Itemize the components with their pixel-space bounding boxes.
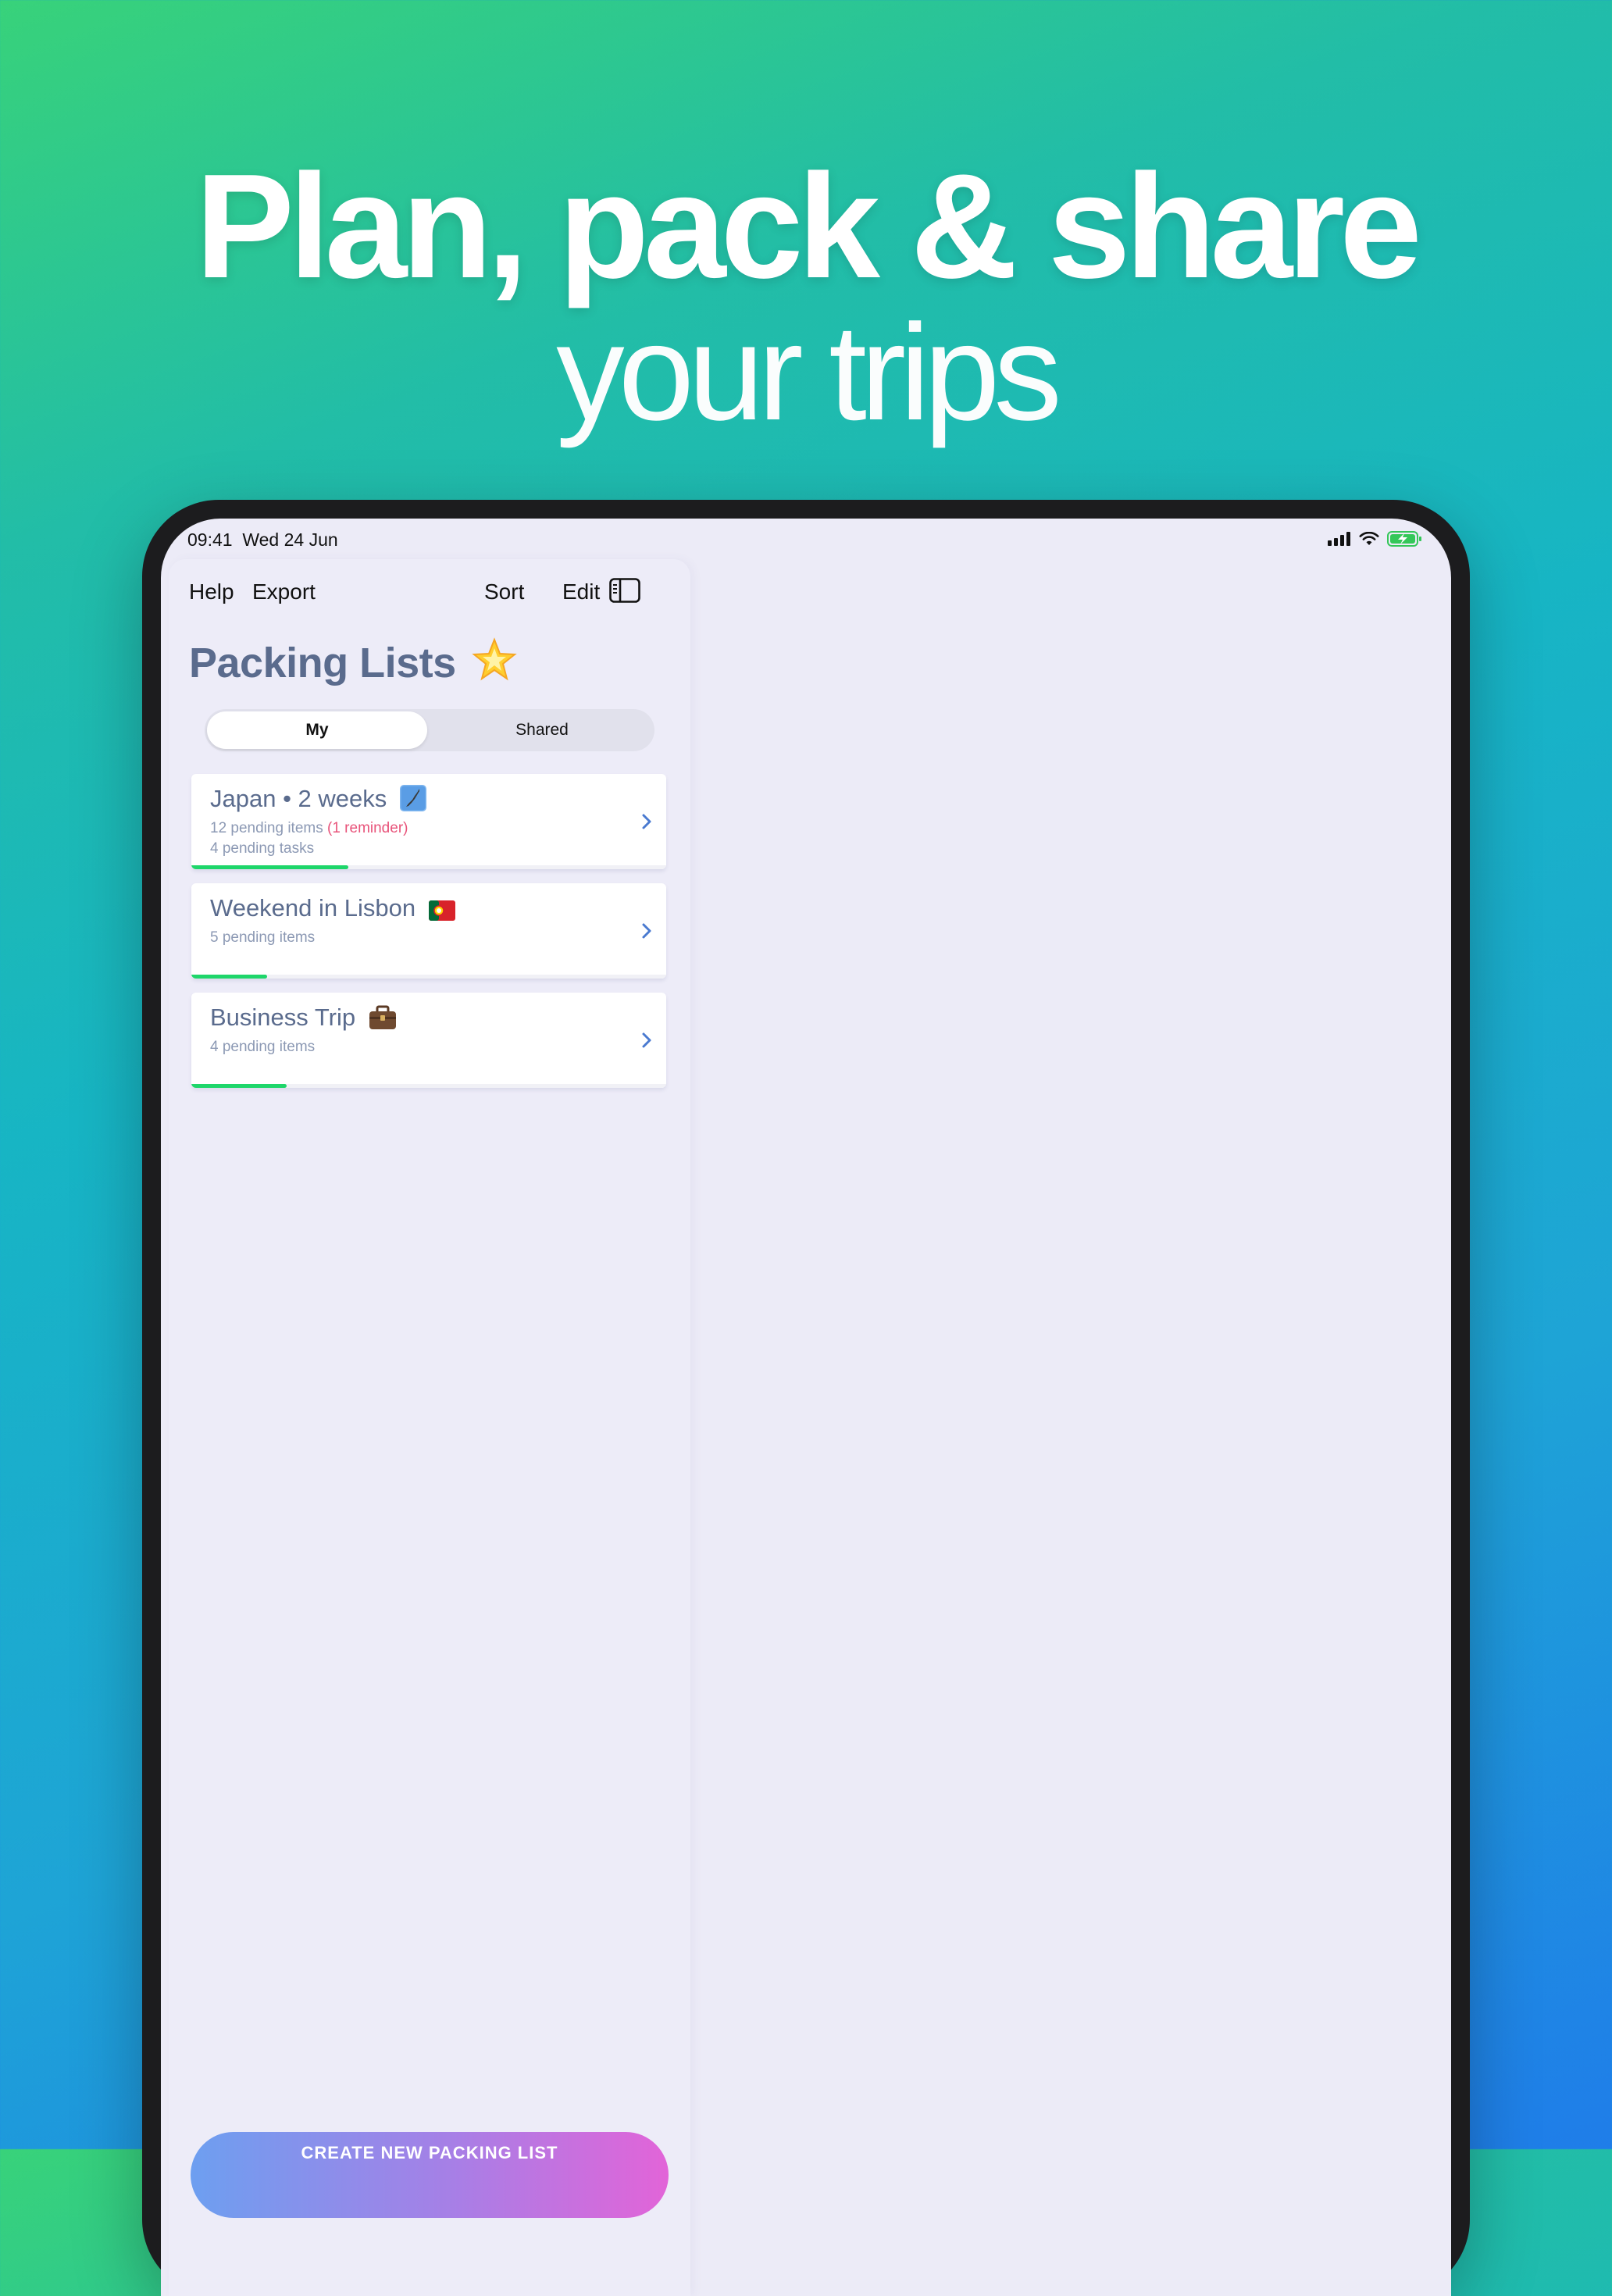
list-pending-tasks: 4 pending tasks [210,840,315,857]
portugal-flag-icon [428,900,455,921]
ipad-device: 09:41 Wed 24 Jun Help Export Sort Edit P… [142,500,1470,2296]
tab-my[interactable]: My [207,711,427,749]
briefcase-icon [369,1005,396,1029]
export-button[interactable]: Export [252,579,316,604]
packing-list-card[interactable]: Weekend in Lisbon 5 pending items [191,883,666,979]
nav-bar: Help Export Sort Edit [169,578,690,619]
pending-items-text: 12 pending items [210,820,323,836]
progress-fill [191,1084,287,1088]
list-pending-items: 12 pending items (1 reminder) [210,820,408,837]
status-bar: 09:41 Wed 24 Jun [161,519,1451,565]
battery-charging-icon [1387,531,1421,547]
progress-fill [191,865,348,869]
list-title-text: Business Trip [210,1004,356,1031]
list-title: Japan • 2 weeks [210,785,426,813]
page-title: Packing Lists [189,640,456,686]
progress-bar [191,865,666,869]
wifi-icon [1359,532,1379,545]
clock: 09:41 [187,529,233,550]
reminder-badge: (1 reminder) [327,820,408,836]
cellular-signal-icon [1328,532,1350,546]
glowing-star-icon [472,637,517,681]
date: Wed 24 Jun [242,529,338,550]
list-pending-items: 4 pending items [210,1039,316,1055]
progress-bar [191,1084,666,1088]
packing-list-card[interactable]: Japan • 2 weeks 12 pending items (1 remi… [191,774,666,869]
tab-shared[interactable]: Shared [432,711,652,749]
progress-bar [191,975,666,979]
sidebar: Help Export Sort Edit Packing Lists My S… [169,559,690,2296]
headline-line-1: Plan, pack & share [195,144,1422,309]
chevron-right-icon [642,814,651,829]
edit-button[interactable]: Edit [562,579,600,604]
create-packing-list-button[interactable]: CREATE NEW PACKING LIST [191,2132,669,2218]
list-title-text: Japan • 2 weeks [210,785,387,812]
headline: Plan, pack & share your trips [0,152,1612,441]
sort-button[interactable]: Sort [484,579,524,604]
chevron-right-icon [642,923,651,939]
progress-fill [191,975,268,979]
list-title-text: Weekend in Lisbon [210,894,416,922]
list-title: Business Trip [210,1004,397,1032]
device-screen: 09:41 Wed 24 Jun Help Export Sort Edit P… [161,519,1451,2296]
help-button[interactable]: Help [189,579,234,604]
headline-line-2: your trips [556,297,1062,449]
sidebar-toggle-icon[interactable] [609,578,640,603]
status-time: 09:41 Wed 24 Jun [187,529,338,551]
status-icons [1328,531,1423,547]
chevron-right-icon [642,1032,651,1048]
packing-list-card[interactable]: Business Trip 4 pending items [191,993,666,1088]
japan-map-icon [399,785,426,811]
list-scope-segmented-control: My Shared [205,709,654,751]
list-pending-items: 5 pending items [210,929,316,946]
list-title: Weekend in Lisbon [210,894,455,922]
